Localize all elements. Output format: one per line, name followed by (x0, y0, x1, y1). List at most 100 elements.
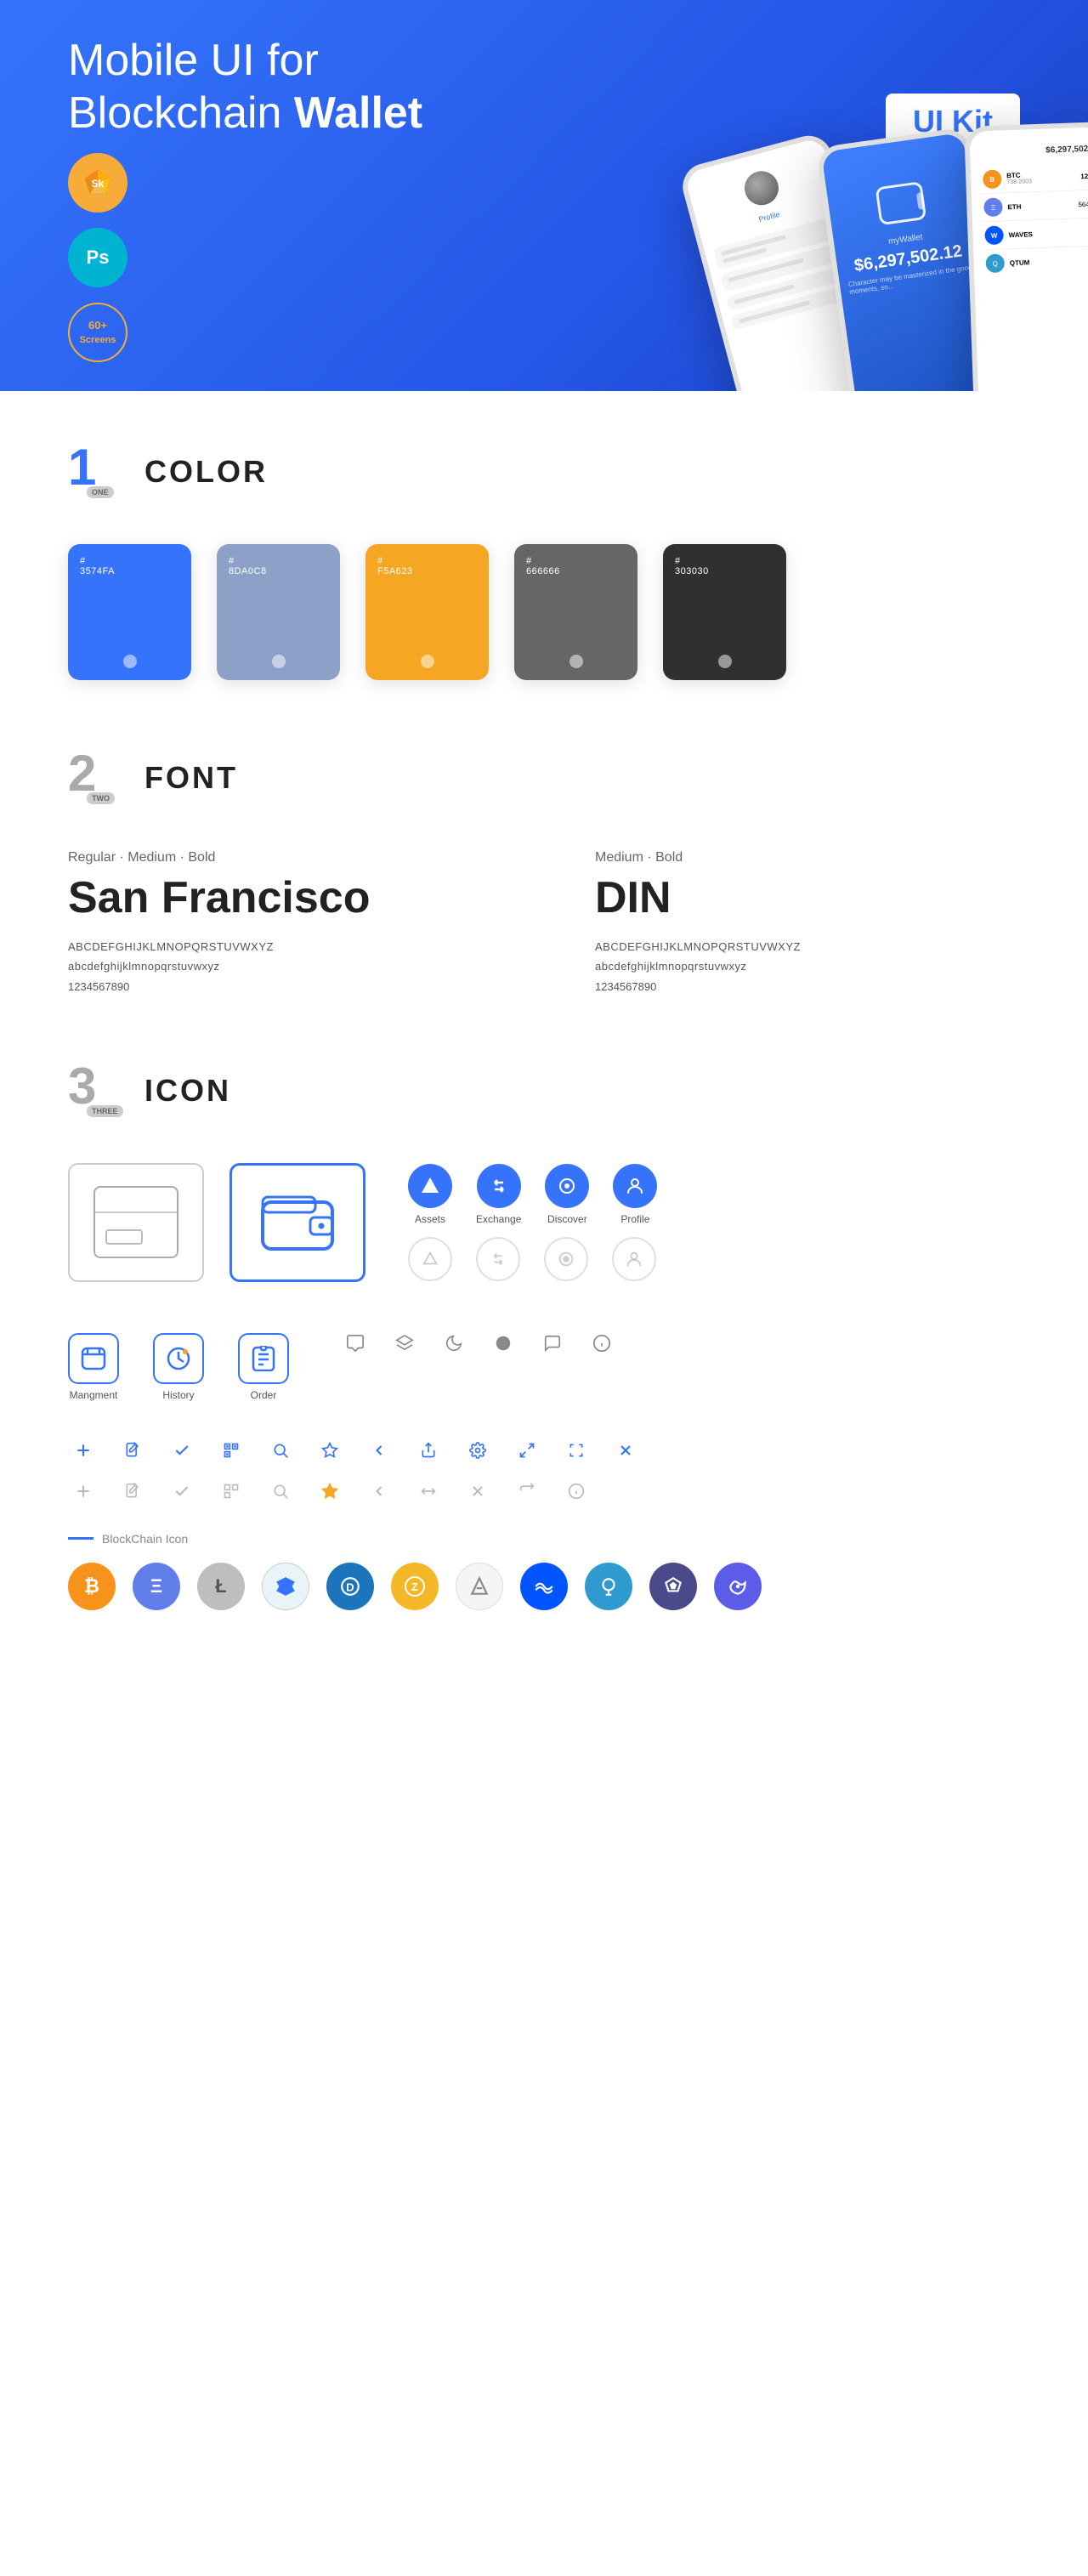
svg-text:Sk: Sk (92, 178, 105, 190)
circle-icon (488, 1328, 518, 1359)
settings-icon (462, 1435, 493, 1466)
discover-icon (545, 1164, 589, 1208)
order-icon (238, 1333, 289, 1384)
icon-wireframe-box (68, 1163, 204, 1282)
discover-label: Discover (547, 1213, 587, 1225)
bitcoin-icon: ₿ (68, 1563, 116, 1610)
moon-icon (439, 1328, 469, 1359)
litecoin-icon: Ł (197, 1563, 245, 1610)
assets-label: Assets (415, 1213, 445, 1225)
history-label: History (162, 1389, 194, 1401)
mgmt-item-history: History (153, 1333, 204, 1401)
blockchain-label: BlockChain Icon (102, 1532, 188, 1546)
tool-icons-row1 (68, 1435, 1020, 1466)
mgmt-item-order: Order (238, 1333, 289, 1401)
share-icon (413, 1435, 444, 1466)
color-section: 1 ONE COLOR #3574FA #8DA0C8 #F5A623 #666… (68, 442, 1020, 680)
dash-icon: D (326, 1563, 374, 1610)
color-dark: #303030 (663, 544, 786, 680)
sketch-badge: Sk (68, 153, 128, 213)
nav-item-assets: Assets (408, 1164, 452, 1225)
document-edit-icon-gray (117, 1476, 148, 1506)
font1-weights: Regular · Medium · Bold (68, 850, 493, 865)
message-icon (537, 1328, 568, 1359)
order-label: Order (251, 1389, 277, 1401)
management-label: Mangment (70, 1389, 118, 1401)
iota-icon (456, 1563, 503, 1610)
icon-title: ICON (144, 1073, 231, 1109)
color-dot-blue (123, 655, 137, 668)
ps-text: Ps (87, 247, 110, 269)
plus-icon (68, 1435, 99, 1466)
search-icon-gray (265, 1476, 296, 1506)
icon-solid-box (230, 1163, 366, 1282)
misc-icons (340, 1316, 617, 1359)
chevron-left-icon (364, 1435, 394, 1466)
color-hex-dark: #303030 (663, 556, 709, 576)
color-dot-gray (570, 655, 583, 668)
color-section-header: 1 ONE COLOR (68, 442, 1020, 502)
qtum-icon (585, 1563, 632, 1610)
x-icon (610, 1435, 641, 1466)
main-content: 1 ONE COLOR #3574FA #8DA0C8 #F5A623 #666… (0, 391, 1088, 1729)
assets-icon-outline (408, 1237, 452, 1281)
qr-code-icon-gray (216, 1476, 246, 1506)
font2-upper: ABCDEFGHIJKLMNOPQRSTUVWXYZ (595, 937, 1020, 956)
screens-badge: 60+Screens (68, 303, 128, 362)
svg-text:D: D (346, 1580, 354, 1593)
tool-icons-row2 (68, 1476, 1020, 1506)
font-title: FONT (144, 760, 238, 796)
font2-numbers: 1234567890 (595, 980, 1020, 993)
font2-weights: Medium · Bold (595, 850, 1020, 865)
font2-name: DIN (595, 872, 1020, 923)
hero-title-start: Mobile UI for Blockchain (68, 36, 319, 138)
phone-3: $6,297,502.12 B BTC 738-2003 12-298 Ξ ET… (964, 122, 1088, 391)
icon-section-header: 3 THREE ICON (68, 1061, 1020, 1121)
info-icon-gray (561, 1476, 592, 1506)
nav-icon-group: Assets Exchange (408, 1164, 657, 1281)
color-hex-gray: #666666 (514, 556, 560, 576)
color-gray-blue: #8DA0C8 (217, 544, 340, 680)
ethereum-icon: Ξ (133, 1563, 180, 1610)
chat-icon (340, 1328, 371, 1359)
chevron-left-icon-gray (364, 1476, 394, 1506)
check-icon-gray (167, 1476, 197, 1506)
mgmt-item-management: Mangment (68, 1333, 119, 1401)
star-icon (314, 1435, 345, 1466)
phone-mockups: Profile (680, 119, 1088, 391)
font1-upper: ABCDEFGHIJKLMNOPQRSTUVWXYZ (68, 937, 493, 956)
nav-item-profile: Profile (613, 1164, 657, 1225)
qr-code-icon (216, 1435, 246, 1466)
icon-second-row: Mangment History (68, 1316, 1020, 1418)
font-din: Medium · Bold DIN ABCDEFGHIJKLMNOPQRSTUV… (595, 850, 1020, 993)
color-dot-dark (718, 655, 732, 668)
font-san-francisco: Regular · Medium · Bold San Francisco AB… (68, 850, 493, 993)
section-number-1: 1 ONE (68, 442, 128, 502)
exchange-icon-outline (476, 1237, 520, 1281)
font-section-header: 2 TWO FONT (68, 748, 1020, 808)
discover-icon-outline (544, 1237, 588, 1281)
color-dot-grayblue (272, 655, 286, 668)
color-hex-orange: #F5A623 (366, 556, 413, 576)
profile-label: Profile (620, 1213, 649, 1225)
color-hex-grayblue: #8DA0C8 (217, 556, 267, 576)
layers-icon (389, 1328, 420, 1359)
color-hex-blue: #3574FA (68, 556, 115, 576)
profile-icon-outline (612, 1237, 656, 1281)
management-icon (68, 1333, 119, 1384)
waves-icon (520, 1563, 568, 1610)
color-gray: #666666 (514, 544, 638, 680)
star-icon-filled (314, 1476, 345, 1506)
ps-badge: Ps (68, 228, 128, 287)
font1-lower: abcdefghijklmnopqrstuvwxyz (68, 956, 493, 976)
icon-wireframe-inner (94, 1186, 178, 1258)
crypto-icons-row: ₿ Ξ Ł D Z (68, 1563, 1020, 1610)
icon-section: 3 THREE ICON (68, 1061, 1020, 1610)
font1-numbers: 1234567890 (68, 980, 493, 993)
color-orange: #F5A623 (366, 544, 489, 680)
nem-icon (262, 1563, 309, 1610)
hero-section: Mobile UI for Blockchain Wallet UI Kit S… (0, 0, 1088, 391)
history-icon (153, 1333, 204, 1384)
section-number-2: 2 TWO (68, 748, 128, 808)
exchange-icon (477, 1164, 521, 1208)
